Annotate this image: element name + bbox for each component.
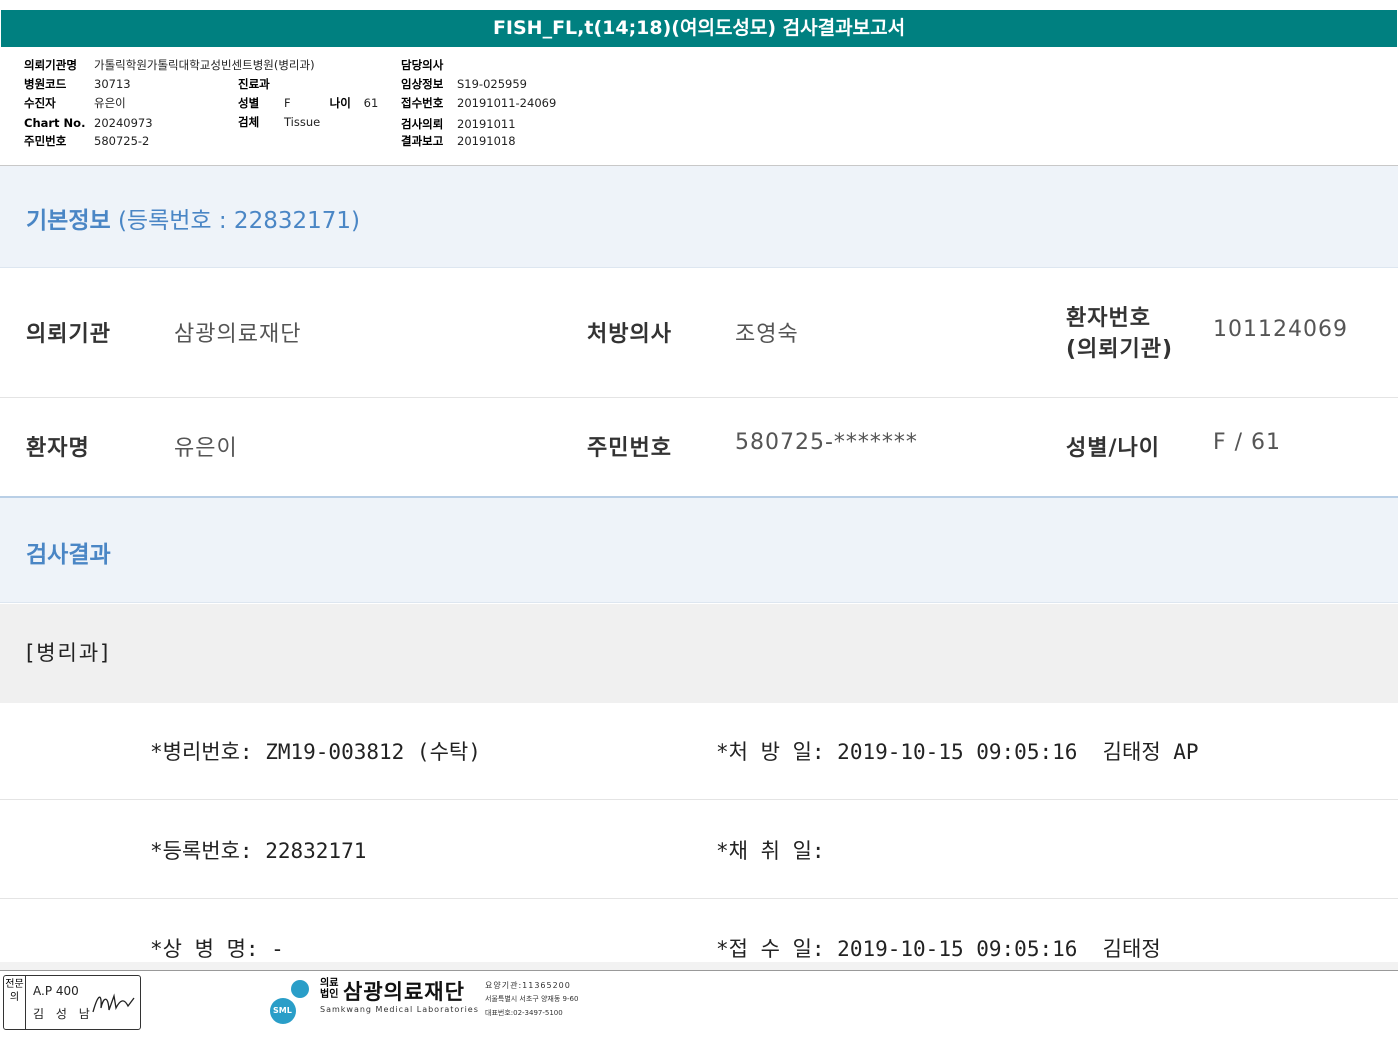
prescriber-label: 처방의사 xyxy=(587,322,672,347)
department-label: [병리과] xyxy=(26,641,111,665)
patient-no-label: 환자번호 xyxy=(1066,306,1151,331)
org-address: 서울특별시 서초구 양재동 9-60 xyxy=(485,995,579,1003)
header-clinical: 임상정보 S19-025959 xyxy=(401,77,527,91)
prescribed-date: *처 방 일: 2019-10-15 09:05:16 김태정 AP xyxy=(716,740,1199,764)
report-title: FISH_FL,t(14;18)(여의도성모) 검사결과보고서 xyxy=(1,10,1397,47)
divider xyxy=(0,898,1398,899)
report-footer: 전문의 A.P 400 김 성 남 SML 의료 법인 삼광의료재단 Samkw… xyxy=(0,970,1398,1040)
org-name: 삼광의료재단 xyxy=(343,980,465,1004)
registration-number: (등록번호 : 22832171) xyxy=(117,208,360,234)
header-specimen: 검체 Tissue xyxy=(238,115,321,129)
org-name-en: Samkwang Medical Laboratories xyxy=(320,1005,479,1014)
header-hospital-code: 병원코드 30713 xyxy=(24,77,131,91)
patient-name-label: 환자명 xyxy=(26,436,90,461)
department-band: [병리과] xyxy=(0,604,1398,703)
patient-name-value: 유은이 xyxy=(174,436,238,461)
ref-institution-label: 의뢰기관 xyxy=(26,322,111,347)
results-title: 검사결과 xyxy=(26,542,111,568)
received-date: *접 수 일: 2019-10-15 09:05:16 김태정 xyxy=(716,937,1161,961)
collection-date: *채 취 일: xyxy=(716,839,825,863)
rrn-label: 주민번호 xyxy=(587,436,672,461)
sml-logo-dot-icon xyxy=(291,980,309,998)
legal-entity-label: 의료 법인 xyxy=(320,978,339,1000)
header-sex: 성별 F 나이 61 xyxy=(238,96,379,110)
header-accession: 접수번호 20191011-24069 xyxy=(401,96,557,110)
basic-info-title: 기본정보 (등록번호 : 22832171) xyxy=(26,208,360,234)
divider xyxy=(0,799,1398,800)
basic-info-header: 기본정보 (등록번호 : 22832171) xyxy=(0,166,1398,267)
header-report-date: 결과보고 20191018 xyxy=(401,134,516,148)
divider xyxy=(0,267,1398,268)
pathology-number: *병리번호: ZM19-003812 (수탁) xyxy=(150,740,481,764)
signature-box: 전문의 A.P 400 김 성 남 xyxy=(3,975,141,1030)
signature-line-1: A.P 400 xyxy=(33,984,79,998)
specialist-label: 전문의 xyxy=(4,976,26,1029)
sml-logo-icon: SML xyxy=(270,998,296,1024)
patient-no-value: 101124069 xyxy=(1213,317,1348,342)
registration-number-row: *등록번호: 22832171 xyxy=(150,839,367,863)
sex-age-label: 성별/나이 xyxy=(1066,436,1160,461)
patient-no-sublabel: (의뢰기관) xyxy=(1066,337,1174,362)
header-chart-no: Chart No. 20240973 xyxy=(24,116,153,130)
org-code: 요양기관:11365200 xyxy=(485,981,571,990)
prescriber-value: 조영숙 xyxy=(735,322,799,347)
header-institution: 의뢰기관명 가톨릭학원가톨릭대학교성빈센트병원(병리과) xyxy=(24,58,315,72)
results-header: 검사결과 xyxy=(0,498,1398,602)
ref-institution-value: 삼광의료재단 xyxy=(174,322,302,347)
org-phone: 대표번호:02-3497-5100 xyxy=(485,1009,563,1017)
header-recipient: 수진자 유은이 xyxy=(24,96,126,110)
scroll-edge xyxy=(0,962,1398,970)
signature-line-2: 김 성 남 xyxy=(33,1007,94,1021)
header-dept: 진료과 xyxy=(238,77,270,91)
sex-age-value: F / 61 xyxy=(1213,430,1282,455)
rrn-value: 580725-******* xyxy=(735,430,918,455)
divider xyxy=(0,602,1398,603)
signature-scribble-icon xyxy=(92,993,135,1013)
header-request-date: 검사의뢰 20191011 xyxy=(401,117,516,131)
report-header: 의뢰기관명 가톨릭학원가톨릭대학교성빈센트병원(병리과) 병원코드 30713 수진… xyxy=(0,52,1398,166)
diagnosis: *상 병 명: - xyxy=(150,937,284,961)
header-doctor: 담당의사 xyxy=(401,58,444,72)
divider xyxy=(0,397,1398,398)
header-rrn: 주민번호 580725-2 xyxy=(24,134,150,148)
footer-divider xyxy=(0,970,1398,971)
